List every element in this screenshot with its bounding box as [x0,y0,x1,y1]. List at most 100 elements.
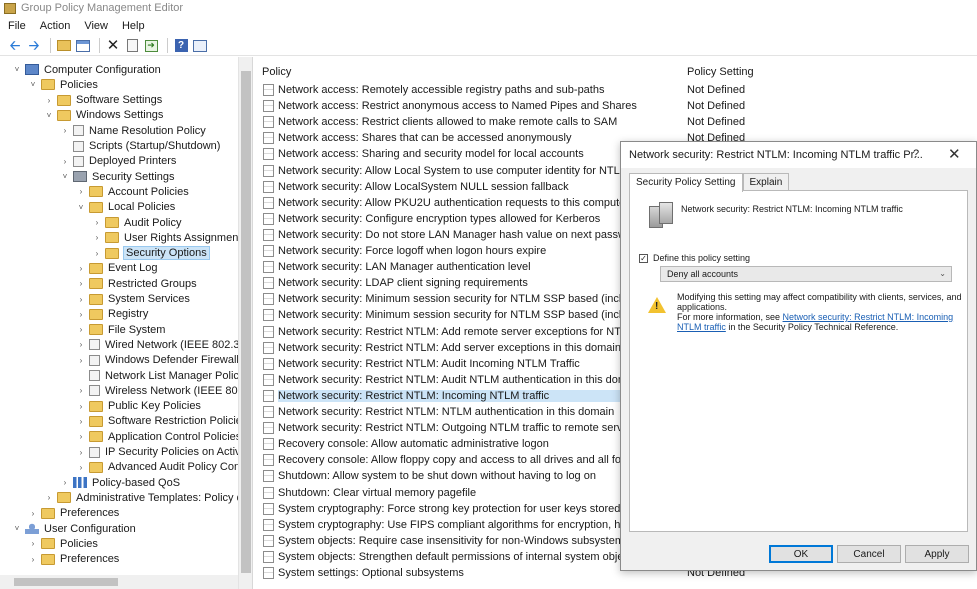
menu-action[interactable]: Action [40,20,71,32]
expand-chevron-icon[interactable]: › [76,356,86,365]
collapse-chevron-icon[interactable]: ˅ [12,65,22,74]
column-header-policy[interactable]: Policy [262,66,291,80]
expand-chevron-icon[interactable]: › [76,432,86,441]
tree-item[interactable]: › System Services [76,292,190,307]
tree-item[interactable]: ˅ User Configuration [12,521,136,536]
tree-item[interactable]: › Wired Network (IEEE 802.3) Po [76,337,252,352]
collapse-chevron-icon[interactable]: ˅ [60,172,70,181]
scrollbar-thumb[interactable] [14,578,118,586]
tree-item[interactable]: › Name Resolution Policy [60,123,206,138]
tree-item[interactable]: › Application Control Policies [76,429,242,444]
tree-item[interactable]: › Windows Defender Firewall w [76,353,250,368]
tab-security-policy-setting[interactable]: Security Policy Setting [629,173,743,192]
tree-item[interactable]: › Policy-based QoS [60,475,180,490]
tree-item-label: Security Options [123,246,210,261]
up-folder-button[interactable] [56,38,72,54]
expand-chevron-icon[interactable]: › [92,249,102,258]
properties-button[interactable] [124,38,140,54]
export-list-button[interactable]: ➜ [143,38,159,54]
tab-explain[interactable]: Explain [742,173,790,191]
policy-row[interactable]: Network access: Restrict anonymous acces… [255,98,977,114]
tree-item[interactable]: › Software Restriction Policies [76,414,248,429]
tree-item[interactable]: Network List Manager Policies [76,368,252,383]
expand-chevron-icon[interactable]: › [92,218,102,227]
collapse-chevron-icon[interactable]: ˅ [44,111,54,120]
tree-item[interactable]: › Advanced Audit Policy Config [76,460,252,475]
expand-chevron-icon[interactable]: › [44,96,54,105]
expand-chevron-icon[interactable]: › [76,264,86,273]
tree-item[interactable]: › Preferences [28,552,120,567]
column-header-policy-setting[interactable]: Policy Setting [687,66,754,80]
expand-chevron-icon[interactable]: › [76,402,86,411]
tree-item[interactable]: › Deployed Printers [60,154,177,169]
tree-horizontal-scrollbar[interactable] [0,575,238,589]
menu-file[interactable]: File [8,20,26,32]
forward-arrow-icon[interactable]: 🡢 [26,38,42,54]
scrollbar-thumb[interactable] [241,71,251,573]
define-policy-checkbox[interactable]: ✓ [639,253,648,263]
tree-item[interactable]: ˅ Security Settings [60,169,175,184]
collapse-chevron-icon[interactable]: ˅ [12,524,22,533]
show-hide-action-pane-button[interactable] [192,38,208,54]
expand-chevron-icon[interactable]: › [28,539,38,548]
tree-vertical-scrollbar[interactable] [238,57,252,589]
policy-row[interactable]: Network access: Restrict clients allowed… [255,114,977,130]
expand-chevron-icon[interactable]: › [76,279,86,288]
expand-chevron-icon[interactable]: › [60,478,70,487]
tree-item[interactable]: › Account Policies [76,184,189,199]
tree-item[interactable]: › Restricted Groups [76,276,197,291]
policy-setting-icon [263,164,274,177]
help-button[interactable]: ? [173,38,189,54]
expand-chevron-icon[interactable]: › [76,448,86,457]
expand-chevron-icon[interactable]: › [76,295,86,304]
expand-chevron-icon[interactable]: › [76,463,86,472]
expand-chevron-icon[interactable]: › [76,417,86,426]
tree-item[interactable]: ˅ Policies [28,77,98,92]
menu-help[interactable]: Help [122,20,145,32]
dialog-close-button[interactable]: ✕ [948,145,961,163]
expand-chevron-icon[interactable]: › [76,386,86,395]
tree-item[interactable]: › User Rights Assignment [92,230,242,245]
tree-item[interactable]: › Public Key Policies [76,399,201,414]
cancel-button[interactable]: Cancel [837,545,901,563]
expand-chevron-icon[interactable]: › [28,555,38,564]
expand-chevron-icon[interactable]: › [76,310,86,319]
expand-chevron-icon[interactable]: › [92,233,102,242]
tree-item[interactable]: › IP Security Policies on Active D [76,445,252,460]
expand-chevron-icon[interactable]: › [28,509,38,518]
tree-item[interactable]: › Preferences [28,506,120,521]
expand-chevron-icon[interactable]: › [60,157,70,166]
back-arrow-icon[interactable]: 🡠 [7,38,23,54]
tree-item[interactable]: Scripts (Startup/Shutdown) [60,139,220,154]
tree-item[interactable]: ˅ Windows Settings [44,108,164,123]
expand-chevron-icon[interactable]: › [76,187,86,196]
tree-item[interactable]: › Policies [28,536,98,551]
apply-button[interactable]: Apply [905,545,969,563]
tree-item[interactable]: › Security Options [92,246,210,261]
tree-item[interactable]: › File System [76,322,166,337]
expand-chevron-icon[interactable]: › [44,493,54,502]
tree-item[interactable]: › Wireless Network (IEEE 802.11 [76,383,252,398]
collapse-chevron-icon[interactable]: ˅ [76,203,86,212]
expand-chevron-icon[interactable]: › [76,340,86,349]
show-tree-button[interactable] [75,38,91,54]
expand-chevron-icon[interactable]: › [60,126,70,135]
dialog-help-button[interactable]: ? [913,148,919,160]
collapse-chevron-icon[interactable]: ˅ [28,80,38,89]
policy-page-icon [73,155,84,167]
tree-item[interactable]: ˅ Computer Configuration [12,62,161,77]
tree-item[interactable]: ˅ Local Policies [76,200,176,215]
tree-item[interactable]: › Event Log [76,261,158,276]
ok-button[interactable]: OK [769,545,833,563]
policy-value-select[interactable]: Deny all accounts ⌄ [660,266,952,282]
tree-item[interactable]: › Registry [76,307,149,322]
tree-item[interactable]: › Administrative Templates: Policy defi [44,490,252,505]
tree-item[interactable]: › Software Settings [44,93,163,108]
toolbar-separator [50,38,51,53]
policy-row[interactable]: Network access: Remotely accessible regi… [255,82,977,98]
define-policy-setting[interactable]: ✓ Define this policy setting [639,253,750,263]
delete-icon[interactable]: ✕ [105,38,121,54]
menu-view[interactable]: View [84,20,108,32]
tree-item[interactable]: › Audit Policy [92,215,182,230]
expand-chevron-icon[interactable]: › [76,325,86,334]
